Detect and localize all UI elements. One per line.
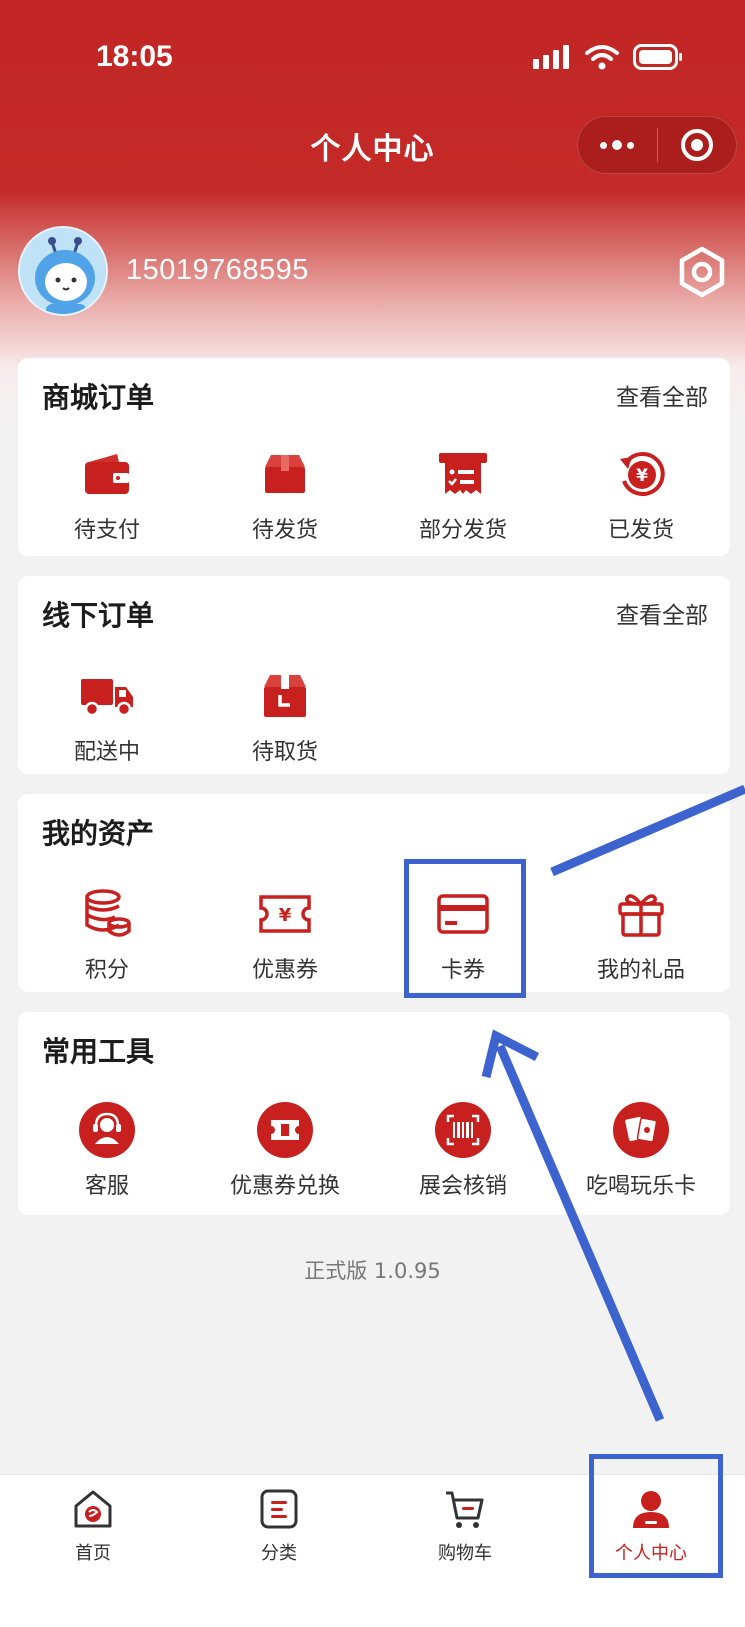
offline-orders-card: 线下订单 查看全部 配送中 待取货 bbox=[18, 576, 730, 774]
gift-icon bbox=[618, 894, 664, 937]
category-icon bbox=[260, 1489, 298, 1529]
status-icons bbox=[533, 44, 683, 70]
svg-text:¥: ¥ bbox=[279, 905, 292, 926]
more-dots-icon bbox=[600, 140, 635, 150]
order-partial-shipment[interactable]: 部分发货 bbox=[374, 446, 552, 544]
mall-orders-title: 商城订单 bbox=[42, 381, 155, 414]
order-pending-pickup[interactable]: 待取货 bbox=[196, 668, 374, 766]
asset-points[interactable]: 积分 bbox=[18, 886, 196, 984]
cards-icon bbox=[613, 1102, 669, 1158]
package-clock-icon bbox=[264, 675, 306, 717]
avatar-mascot-icon bbox=[20, 228, 106, 314]
barcode-scan-icon bbox=[435, 1102, 491, 1158]
tool-food-fun-card[interactable]: 吃喝玩乐卡 bbox=[552, 1102, 730, 1200]
tools-card: 常用工具 客服 优惠券兑换 展会核销 吃喝玩乐卡 bbox=[18, 1012, 730, 1215]
coins-icon bbox=[85, 889, 131, 937]
tool-coupon-exchange[interactable]: 优惠券兑换 bbox=[196, 1102, 374, 1200]
target-icon bbox=[680, 129, 713, 161]
assets-title: 我的资产 bbox=[42, 817, 155, 850]
asset-my-gifts[interactable]: 我的礼品 bbox=[552, 886, 730, 984]
box-icon bbox=[265, 455, 305, 493]
asset-coupons[interactable]: ¥ 优惠券 bbox=[196, 886, 374, 984]
order-pending-shipment[interactable]: 待发货 bbox=[196, 446, 374, 544]
close-miniprogram-button[interactable] bbox=[658, 117, 737, 173]
tools-title: 常用工具 bbox=[42, 1035, 155, 1068]
offline-orders-view-all[interactable]: 查看全部 bbox=[616, 596, 708, 630]
mall-orders-view-all[interactable]: 查看全部 bbox=[616, 378, 708, 412]
headset-icon bbox=[79, 1102, 135, 1158]
order-in-delivery[interactable]: 配送中 bbox=[18, 668, 196, 766]
order-shipped[interactable]: ¥ 已发货 bbox=[552, 446, 730, 544]
wifi-icon bbox=[585, 45, 619, 70]
svg-text:¥: ¥ bbox=[636, 466, 648, 486]
yen-refresh-icon: ¥ bbox=[620, 452, 665, 496]
assets-card: 我的资产 积分 ¥ 优惠券 卡券 我的礼品 bbox=[18, 794, 730, 992]
tab-category[interactable]: 分类 bbox=[186, 1475, 372, 1627]
tab-cart[interactable]: 购物车 bbox=[372, 1475, 558, 1627]
signal-icon bbox=[533, 45, 569, 69]
status-bar: 18:05 bbox=[0, 0, 745, 110]
order-pending-payment[interactable]: 待支付 bbox=[18, 446, 196, 544]
tab-home[interactable]: 首页 bbox=[0, 1475, 186, 1627]
battery-icon bbox=[633, 44, 682, 70]
cart-icon bbox=[446, 1491, 484, 1528]
highlight-box-profile-tab bbox=[589, 1454, 723, 1578]
offline-orders-title: 线下订单 bbox=[42, 599, 155, 632]
wallet-icon bbox=[85, 454, 129, 494]
profile-row: 15019768595 bbox=[18, 226, 728, 318]
user-phone: 15019768595 bbox=[126, 254, 309, 286]
coupon-exchange-icon bbox=[257, 1102, 313, 1158]
mall-orders-card: 商城订单 查看全部 待支付 待发货 部分发货 ¥ 已发货 bbox=[18, 358, 730, 556]
ticket-yen-icon: ¥ bbox=[259, 895, 311, 933]
avatar[interactable] bbox=[18, 226, 108, 316]
truck-icon bbox=[81, 679, 133, 717]
tool-exhibition-verify[interactable]: 展会核销 bbox=[374, 1102, 552, 1200]
more-button[interactable] bbox=[578, 117, 657, 173]
miniprogram-capsule bbox=[577, 116, 737, 174]
home-icon bbox=[74, 1490, 112, 1528]
tool-customer-service[interactable]: 客服 bbox=[18, 1102, 196, 1200]
settings-icon[interactable] bbox=[676, 246, 728, 298]
highlight-box-card bbox=[404, 859, 526, 998]
status-time: 18:05 bbox=[96, 40, 173, 73]
app-version: 正式版 1.0.95 bbox=[304, 1259, 441, 1283]
receipt-icon bbox=[439, 453, 487, 494]
